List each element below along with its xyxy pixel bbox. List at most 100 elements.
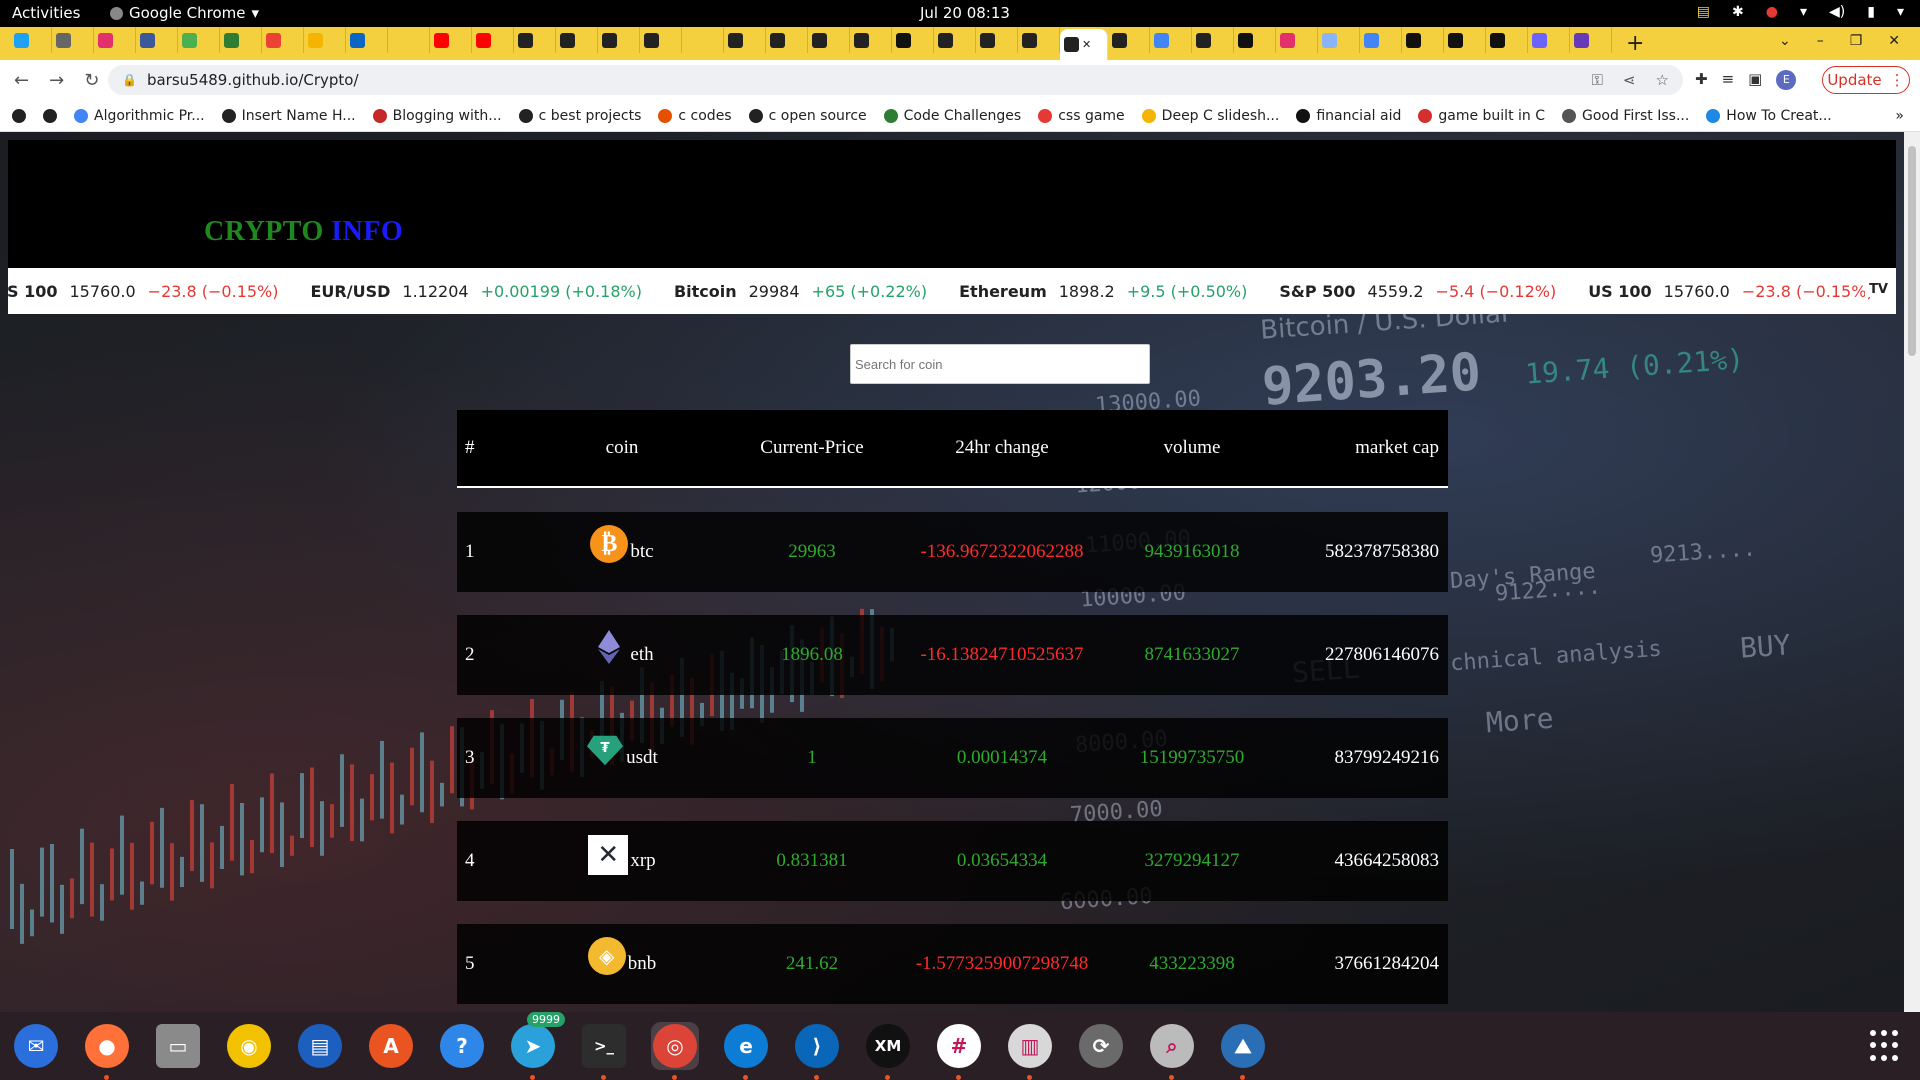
bookmark-github-1[interactable] (12, 108, 26, 123)
coin-search-input[interactable] (850, 344, 1150, 384)
minimize-icon[interactable]: – (1817, 33, 1824, 49)
browser-tab[interactable] (934, 27, 976, 53)
back-icon[interactable]: ← (14, 70, 29, 91)
chrome-indicator-icon[interactable]: ● (1766, 4, 1778, 20)
browser-tab[interactable] (1528, 27, 1570, 53)
browser-tab[interactable] (1276, 27, 1318, 53)
browser-tab[interactable] (598, 27, 640, 53)
browser-tab[interactable] (1018, 27, 1060, 53)
browser-tab[interactable] (388, 27, 430, 53)
browser-tab[interactable] (94, 27, 136, 53)
tab-close-icon[interactable]: ✕ (1082, 38, 1091, 51)
rhythmbox-icon[interactable]: ◉ (225, 1022, 273, 1070)
row-coin[interactable]: ₮ usdt (527, 735, 717, 777)
browser-tab[interactable] (472, 27, 514, 53)
browser-tab[interactable] (892, 27, 934, 53)
ticker-item[interactable]: EUR/USD 1.12204 +0.00199 (+0.18%) (311, 282, 642, 301)
browser-tab[interactable] (1108, 27, 1150, 53)
ticker-item[interactable]: US 100 15760.0 −23.8 (−0.15%) (1588, 282, 1873, 301)
bookmark-star-icon[interactable]: ☆ (1656, 71, 1669, 89)
bookmark-item[interactable]: How To Creat... (1706, 108, 1832, 124)
market-ticker[interactable]: US 100 15760.0 −23.8 (−0.15%) EUR/USD 1.1220… (8, 268, 1896, 314)
address-bar[interactable]: 🔒 barsu5489.github.io/Crypto/ ⚿ ⋖ ☆ (108, 65, 1683, 95)
bookmark-item[interactable]: Algorithmic Pr... (74, 108, 205, 124)
app-menu[interactable]: Google Chrome ▾ (110, 4, 259, 22)
bookmark-item[interactable]: c best projects (518, 108, 641, 124)
key-icon[interactable]: ⚿ (1592, 71, 1603, 89)
notes-icon[interactable]: ▤ (1697, 4, 1710, 20)
updater-icon[interactable]: ⟳ (1077, 1022, 1125, 1070)
browser-tab[interactable] (136, 27, 178, 53)
table-row[interactable]: 1 ₿ btc 29963 -136.9672322062288 9439163018 58… (457, 512, 1448, 592)
bookmark-item[interactable]: c codes (658, 108, 732, 124)
row-coin[interactable]: ✕ xrp (527, 835, 717, 881)
profile-avatar[interactable]: E (1776, 70, 1797, 90)
bookmark-item[interactable]: Deep C slidesh... (1141, 108, 1279, 124)
browser-tab[interactable] (1234, 27, 1276, 53)
browser-tab[interactable] (556, 27, 598, 53)
browser-tab[interactable] (1444, 27, 1486, 53)
browser-tab[interactable] (1360, 27, 1402, 53)
row-coin[interactable]: ₿ btc (527, 525, 717, 571)
browser-tab[interactable] (1192, 27, 1234, 53)
ticker-item[interactable]: S&P 500 4559.2 −5.4 (−0.12%) (1279, 282, 1556, 301)
search-tool-icon[interactable]: ⌕ (1148, 1022, 1196, 1080)
browser-tab[interactable] (430, 27, 472, 53)
wifi-icon[interactable]: ▾ (1800, 4, 1807, 20)
bookmark-item[interactable]: Code Challenges (883, 108, 1021, 124)
browser-tab[interactable] (808, 27, 850, 53)
media-icon[interactable]: ≡ (1722, 70, 1735, 90)
activities-button[interactable]: Activities (12, 4, 80, 22)
bookmark-item[interactable]: financial aid (1296, 108, 1401, 124)
update-button[interactable]: Update ⋮ (1822, 66, 1910, 94)
help-icon[interactable]: ? (438, 1022, 486, 1070)
bookmark-github-2[interactable] (43, 108, 57, 123)
browser-tab[interactable] (178, 27, 220, 53)
bookmark-item[interactable]: css game (1038, 108, 1125, 124)
ticker-item[interactable]: US 100 15760.0 −23.8 (−0.15%) (8, 282, 279, 301)
url-text[interactable]: barsu5489.github.io/Crypto/ (147, 71, 359, 89)
forward-icon[interactable]: → (49, 70, 64, 91)
new-tab-icon[interactable]: + (1626, 31, 1644, 56)
browser-tab[interactable] (850, 27, 892, 53)
telegram-icon[interactable]: ➤ 9999 (509, 1012, 565, 1080)
browser-tab[interactable] (976, 27, 1018, 53)
scrollbar-thumb[interactable] (1908, 146, 1916, 356)
restore-icon[interactable]: ❐ (1850, 33, 1863, 49)
battery-icon[interactable]: ▮ (1867, 4, 1875, 20)
browser-tab[interactable] (724, 27, 766, 53)
browser-tab[interactable] (640, 27, 682, 53)
system-tray[interactable]: ▤ ✱ ● ▾ ◀) ▮ ▾ (1697, 4, 1904, 20)
tab-search-icon[interactable]: ⌄ (1779, 33, 1791, 49)
screenshot-icon[interactable]: ⛰ (1219, 1022, 1267, 1080)
row-coin[interactable]: eth (527, 630, 717, 674)
browser-tab[interactable] (262, 27, 304, 53)
lock-icon[interactable]: 🔒 (122, 73, 137, 87)
browser-tab[interactable] (1570, 27, 1612, 53)
browser-tab[interactable] (1486, 27, 1528, 53)
show-apps-icon[interactable] (1870, 1030, 1902, 1062)
browser-tab[interactable] (682, 27, 724, 53)
document-viewer-icon[interactable]: ▥ (1006, 1022, 1054, 1080)
tradingview-logo-icon[interactable]: TV (1865, 282, 1888, 297)
bookmark-item[interactable]: game built in C (1418, 108, 1545, 124)
edge-icon[interactable]: e (722, 1022, 770, 1080)
browser-tab[interactable] (10, 27, 52, 53)
row-coin[interactable]: ◈ bnb (527, 937, 717, 983)
browser-tab[interactable] (52, 27, 94, 53)
browser-tab[interactable] (1150, 27, 1192, 53)
bookmark-item[interactable]: Insert Name H... (221, 108, 356, 124)
browser-tab[interactable] (304, 27, 346, 53)
close-window-icon[interactable]: ✕ (1888, 33, 1900, 49)
writer-icon[interactable]: ▤ (296, 1022, 344, 1070)
browser-tab[interactable] (346, 27, 388, 53)
power-menu-icon[interactable]: ▾ (1897, 4, 1904, 20)
page-scrollbar[interactable] (1904, 132, 1920, 1012)
bookmark-item[interactable]: c open source (748, 108, 867, 124)
browser-tab[interactable]: ✕ (1060, 29, 1108, 60)
chrome-icon[interactable]: ◎ (651, 1022, 699, 1080)
browser-tab[interactable] (1402, 27, 1444, 53)
extensions-icon[interactable]: ✚ (1695, 70, 1708, 90)
bookmark-item[interactable]: Good First Iss... (1562, 108, 1689, 124)
browser-tab[interactable] (766, 27, 808, 53)
